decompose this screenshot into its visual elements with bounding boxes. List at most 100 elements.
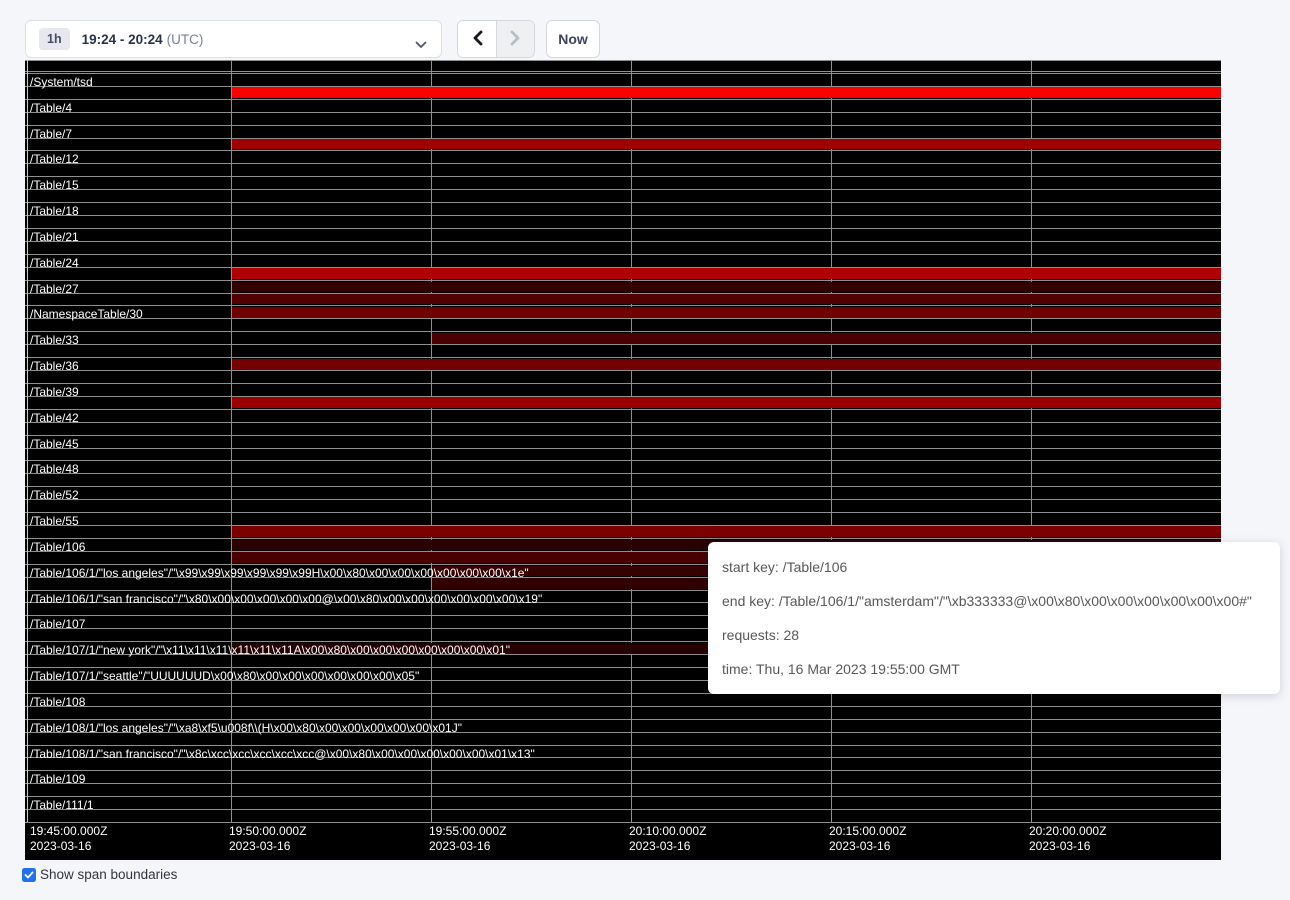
span-boundary-line <box>25 435 1221 436</box>
span-boundary-line <box>25 370 1221 371</box>
time-range-label: 19:24 - 20:24 (UTC) <box>82 32 204 47</box>
time-range-select[interactable]: 1h 19:24 - 20:24(UTC) <box>25 20 442 58</box>
row-label: /Table/48 <box>30 463 79 476</box>
tick-time: 19:45:00.000Z <box>30 824 107 839</box>
chevron-right-icon <box>509 30 522 49</box>
row-label: /Table/33 <box>30 334 79 347</box>
key-visualizer-heatmap[interactable]: /System/tsd/Table/4/Table/7/Table/12/Tab… <box>25 60 1221 860</box>
tooltip-requests: requests: 28 <box>722 618 1266 652</box>
span-boundary-line <box>25 409 1221 410</box>
span-boundary-line <box>25 706 1221 707</box>
heat-band <box>432 333 1221 343</box>
span-boundary-line <box>25 809 1221 810</box>
span-boundary-line <box>25 150 1221 151</box>
span-boundary-line <box>25 305 1221 306</box>
heat-band <box>232 294 1221 304</box>
tick-time: 20:15:00.000Z <box>829 824 906 839</box>
row-label: /Table/24 <box>30 257 79 270</box>
x-axis-tick: 19:50:00.000Z2023-03-16 <box>229 824 306 854</box>
span-boundary-line <box>25 176 1221 177</box>
row-label: /Table/52 <box>30 489 79 502</box>
tooltip-end-key: end key: /Table/106/1/"amsterdam"/"\xb33… <box>722 584 1266 618</box>
tick-date: 2023-03-16 <box>30 839 107 854</box>
chart-top-line <box>25 60 1221 61</box>
row-label: /System/tsd <box>30 76 93 89</box>
row-label: /Table/106/1/"san francisco"/"\x80\x00\x… <box>30 593 542 606</box>
row-label: /Table/12 <box>30 153 79 166</box>
row-label: /Table/55 <box>30 515 79 528</box>
tick-time: 20:10:00.000Z <box>629 824 706 839</box>
x-axis-tick: 19:55:00.000Z2023-03-16 <box>429 824 506 854</box>
tooltip-time: time: Thu, 16 Mar 2023 19:55:00 GMT <box>722 652 1266 686</box>
span-boundary-line <box>25 228 1221 229</box>
row-label: /Table/106/1/"los angeles"/"\x99\x99\x99… <box>30 567 529 580</box>
row-label: /Table/36 <box>30 360 79 373</box>
span-boundary-line <box>25 357 1221 358</box>
row-label: /Table/18 <box>30 205 79 218</box>
heat-band <box>232 526 1221 536</box>
row-label: /Table/7 <box>30 128 72 141</box>
row-label: /Table/15 <box>30 179 79 192</box>
span-boundary-line <box>25 241 1221 242</box>
row-label: /Table/39 <box>30 386 79 399</box>
row-label: /Table/45 <box>30 438 79 451</box>
x-axis-tick: 20:20:00.000Z2023-03-16 <box>1029 824 1106 854</box>
show-span-boundaries-label: Show span boundaries <box>40 867 177 882</box>
heat-band <box>232 268 1221 278</box>
prev-time-button[interactable] <box>458 21 496 57</box>
time-nav-group <box>457 20 535 58</box>
toolbar: 1h 19:24 - 20:24(UTC) Now <box>0 0 1290 60</box>
row-label: /Table/107 <box>30 618 85 631</box>
span-boundary-line <box>25 473 1221 474</box>
span-boundary-line <box>25 189 1221 190</box>
row-label: /Table/109 <box>30 773 85 786</box>
row-label: /Table/111/1 <box>30 799 94 812</box>
span-boundary-line <box>25 448 1221 449</box>
timezone-label: (UTC) <box>167 32 204 47</box>
row-label: /Table/107/1/"seattle"/"UUUUUUD\x00\x80\… <box>30 670 419 683</box>
time-gridline <box>231 60 232 822</box>
span-boundary-line <box>25 318 1221 319</box>
heat-band <box>232 139 1221 149</box>
next-time-button[interactable] <box>496 21 534 57</box>
tick-date: 2023-03-16 <box>229 839 306 854</box>
span-boundary-line <box>25 202 1221 203</box>
span-boundary-line <box>25 422 1221 423</box>
heat-band <box>232 359 1221 369</box>
row-label: /Table/21 <box>30 231 79 244</box>
time-gridline <box>431 60 432 822</box>
row-label: /Table/4 <box>30 102 72 115</box>
tick-time: 20:20:00.000Z <box>1029 824 1106 839</box>
span-boundary-line <box>25 499 1221 500</box>
span-boundaries-control: Show span boundaries <box>22 867 177 882</box>
checkmark-icon <box>24 870 34 880</box>
time-gridline <box>831 60 832 822</box>
chart-bottom-line <box>25 822 1221 823</box>
span-boundary-line <box>25 383 1221 384</box>
heat-band <box>232 87 1221 97</box>
span-boundary-line <box>25 344 1221 345</box>
span-boundary-line <box>25 783 1221 784</box>
chevron-left-icon <box>471 30 484 49</box>
time-gridline <box>631 60 632 822</box>
heat-band <box>232 397 1221 407</box>
tick-date: 2023-03-16 <box>829 839 906 854</box>
span-boundary-line <box>25 512 1221 513</box>
x-axis-tick: 20:15:00.000Z2023-03-16 <box>829 824 906 854</box>
tick-time: 19:50:00.000Z <box>229 824 306 839</box>
heat-band <box>232 307 1221 317</box>
time-range-value: 19:24 - 20:24 <box>82 32 163 47</box>
chevron-down-icon <box>415 36 427 54</box>
span-boundary-line <box>25 125 1221 126</box>
span-boundary-line <box>25 486 1221 487</box>
tick-date: 2023-03-16 <box>629 839 706 854</box>
time-gridline <box>1031 60 1032 822</box>
span-boundary-line <box>25 99 1221 100</box>
tooltip-start-key: start key: /Table/106 <box>722 550 1266 584</box>
span-boundary-line <box>25 71 1221 72</box>
show-span-boundaries-checkbox[interactable] <box>22 868 36 882</box>
x-axis-tick: 20:10:00.000Z2023-03-16 <box>629 824 706 854</box>
now-button[interactable]: Now <box>546 20 600 58</box>
span-boundary-line <box>25 719 1221 720</box>
heat-band <box>232 282 1221 292</box>
